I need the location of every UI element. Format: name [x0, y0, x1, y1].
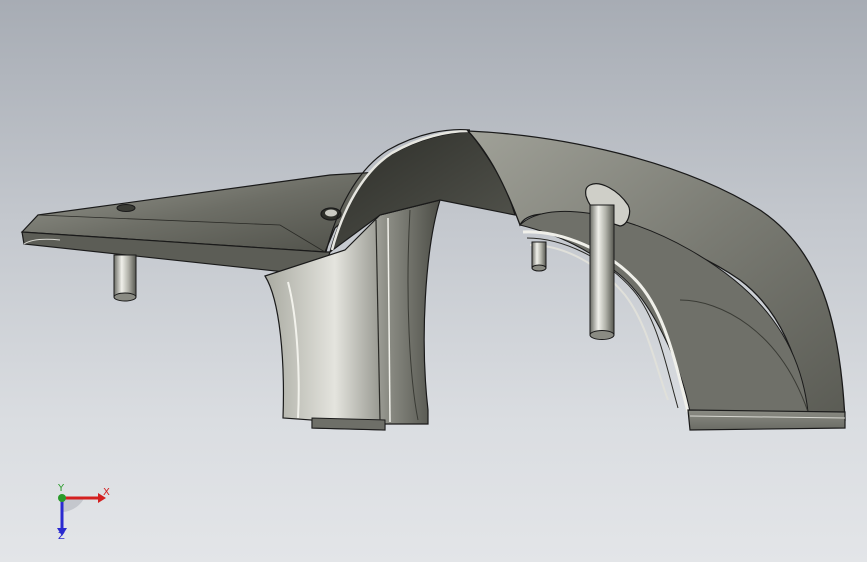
- y-axis-label: Y: [58, 483, 65, 494]
- fender-pin-small: [531, 241, 547, 272]
- orientation-triad: [57, 493, 106, 536]
- x-axis-label: X: [103, 487, 110, 498]
- graphics-viewport[interactable]: X Y Z: [0, 0, 867, 562]
- fender-pin-large: [589, 204, 615, 340]
- left-pin: [113, 254, 137, 302]
- z-axis-label: Z: [58, 531, 65, 542]
- fender: [466, 130, 846, 431]
- 3d-model-view[interactable]: [0, 0, 867, 562]
- y-axis-dot: [58, 494, 66, 502]
